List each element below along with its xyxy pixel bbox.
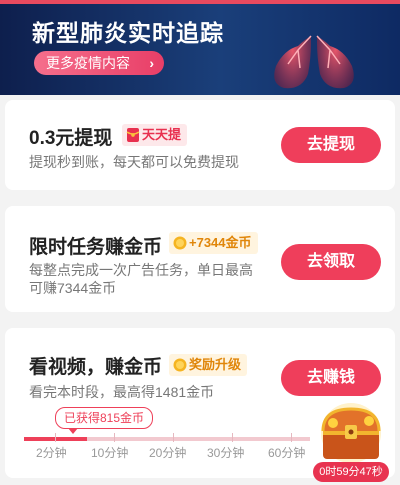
more-epidemic-label: 更多疫情内容: [46, 55, 130, 71]
watch-video-subtitle: 看完本时段，最高得1481金币: [29, 384, 215, 400]
tick-label-20min: 20分钟: [149, 446, 187, 460]
banner-title: 新型肺炎实时追踪: [32, 20, 224, 46]
withdraw-subtitle: 提现秒到账，每天都可以免费提现: [29, 154, 239, 170]
claim-button[interactable]: 去领取: [281, 244, 381, 280]
tick-label-30min: 30分钟: [207, 446, 245, 460]
tick-label-2min: 2分钟: [36, 446, 67, 460]
daily-withdraw-badge-text: 天天提: [142, 127, 182, 142]
chest-countdown-timer: 0时59分47秒: [313, 462, 389, 482]
progress-tick: [55, 433, 56, 442]
lungs-icon: [274, 12, 354, 89]
earned-coins-tooltip: 已获得815金币: [55, 407, 154, 434]
limited-task-subtitle-line2: 可赚7344金币: [29, 280, 117, 296]
progress-tick: [114, 433, 115, 442]
earn-button[interactable]: 去赚钱: [281, 360, 381, 396]
tick-label-60min: 60分钟: [268, 446, 306, 460]
more-epidemic-button[interactable]: 更多疫情内容 ›: [34, 51, 164, 75]
banner-top-stripe: [0, 0, 400, 4]
withdraw-card: 0.3元提现 天天提 提现秒到账，每天都可以免费提现 去提现: [5, 100, 395, 190]
chevron-right-icon: ›: [149, 55, 154, 71]
withdraw-button[interactable]: 去提现: [281, 127, 381, 163]
progress-tick: [291, 433, 292, 442]
video-progress-track: [24, 437, 310, 441]
daily-withdraw-badge: 天天提: [122, 124, 188, 146]
progress-tick: [232, 433, 233, 442]
coin-bonus-badge-text: +7344金币: [189, 235, 252, 250]
coin-bonus-badge: +7344金币: [169, 232, 258, 254]
withdraw-title: 0.3元提现: [29, 128, 113, 149]
reward-upgrade-badge: 奖励升级: [169, 354, 248, 376]
coin-icon: [173, 236, 187, 250]
treasure-chest-icon[interactable]: [313, 403, 389, 465]
reward-upgrade-badge-text: 奖励升级: [189, 357, 242, 372]
epidemic-banner[interactable]: 新型肺炎实时追踪 更多疫情内容 ›: [0, 0, 400, 95]
limited-task-subtitle-line1: 每整点完成一次广告任务，单日最高: [29, 262, 253, 278]
tick-label-10min: 10分钟: [91, 446, 129, 460]
coin-icon: [173, 358, 187, 372]
limited-task-title: 限时任务赚金币: [29, 237, 163, 258]
limited-task-card: 限时任务赚金币 +7344金币 每整点完成一次广告任务，单日最高 可赚7344金…: [5, 206, 395, 312]
red-envelope-icon: [126, 128, 140, 142]
watch-video-title: 看视频，赚金币: [29, 357, 163, 378]
progress-tick: [173, 433, 174, 442]
